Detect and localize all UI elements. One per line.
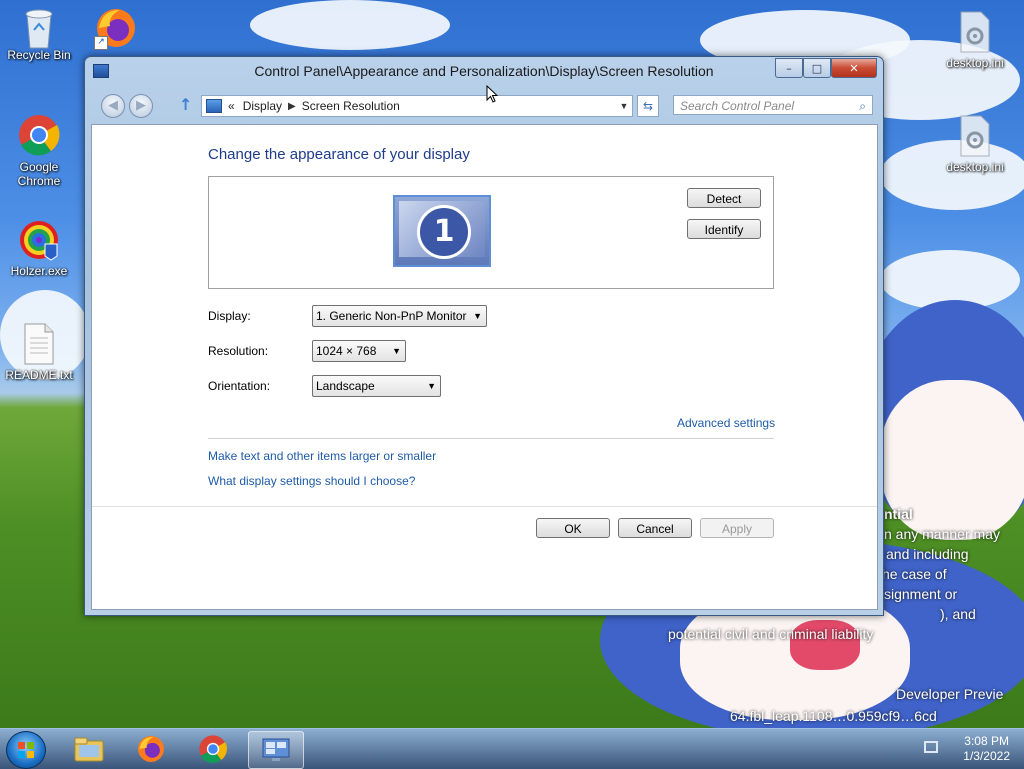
taskbar-chrome[interactable]	[186, 731, 240, 767]
monitor-number: 1	[417, 205, 471, 259]
clock-date: 1/3/2022	[963, 749, 1010, 763]
desktop-icon-label: desktop.ini	[946, 160, 1004, 174]
search-icon[interactable]: ⌕	[859, 96, 866, 116]
chrome-icon	[17, 112, 61, 158]
breadcrumb-display[interactable]: Display	[243, 99, 282, 113]
up-arrow-icon[interactable]: ↑	[179, 95, 192, 114]
chevron-down-icon: ▼	[473, 311, 482, 321]
desktop-icon-desktop-ini[interactable]: desktop.ini	[940, 114, 1010, 174]
apply-button[interactable]: Apply	[700, 518, 774, 538]
desktop-icon-desktop-ini[interactable]: desktop.ini	[940, 10, 1010, 70]
taskbar-display-settings[interactable]	[248, 731, 304, 769]
resolution-select-value: 1024 × 768	[316, 344, 377, 358]
desktop-icon-google-chrome[interactable]: Google Chrome	[4, 112, 74, 188]
desktop-icon-label: Google Chrome	[17, 160, 61, 188]
chrome-icon	[199, 735, 227, 763]
close-button[interactable]: ✕	[831, 58, 877, 78]
resolution-select[interactable]: 1024 × 768 ▼	[312, 340, 406, 362]
monitor-1-thumbnail[interactable]: 1	[393, 195, 491, 267]
address-bar[interactable]: « Display ▶ Screen Resolution ▼	[201, 95, 633, 117]
taskbar-file-explorer[interactable]	[62, 731, 116, 767]
resolution-label: Resolution:	[208, 344, 269, 358]
watermark-line: 64.fbl_leap.1108…0.959cf9…6cd	[730, 708, 937, 724]
watermark-line: n any manner may	[884, 526, 1000, 542]
cloud	[250, 0, 450, 50]
display-settings-icon	[262, 738, 290, 761]
monitor-preview-area: 1 Detect Identify	[208, 176, 774, 289]
watermark-line: and including	[886, 546, 969, 562]
desktop-icon-readme[interactable]: README.txt	[4, 322, 74, 382]
breadcrumb-screen-resolution[interactable]: Screen Resolution	[302, 99, 400, 113]
orientation-select[interactable]: Landscape ▼	[312, 375, 441, 397]
orientation-select-value: Landscape	[316, 379, 375, 393]
display-crumb-icon	[206, 99, 222, 113]
firefox-icon	[138, 736, 164, 762]
desktop-icon-holzer[interactable]: Holzer.exe	[4, 218, 74, 278]
taskbar-firefox[interactable]	[124, 731, 178, 767]
screen-resolution-window: Control Panel\Appearance and Personaliza…	[84, 56, 884, 616]
window-controls: – □ ✕	[775, 58, 877, 78]
watermark-line: Developer Previe	[896, 686, 1004, 702]
minimize-button[interactable]: –	[775, 58, 803, 78]
watermark-line: signment or	[884, 586, 958, 602]
watermark-line: he case of	[882, 566, 947, 582]
ok-button[interactable]: OK	[536, 518, 610, 538]
chevron-down-icon: ▼	[392, 346, 401, 356]
text-size-link[interactable]: Make text and other items larger or smal…	[208, 449, 436, 463]
desktop-icon-label: README.txt	[5, 368, 73, 382]
back-button[interactable]: ◀	[101, 94, 125, 118]
shortcut-arrow-icon: ↗	[94, 36, 108, 50]
content-pane: Change the appearance of your display 1 …	[91, 124, 878, 610]
watermark-line: ntial	[884, 506, 913, 522]
windows-logo-icon	[18, 742, 34, 758]
taskbar: 3:08 PM 1/3/2022	[0, 728, 1024, 769]
display-select[interactable]: 1. Generic Non-PnP Monitor ▼	[312, 305, 487, 327]
display-label: Display:	[208, 309, 251, 323]
desktop-icon-label: Recycle Bin	[7, 48, 71, 62]
chevron-down-icon: ▼	[427, 381, 436, 391]
advanced-settings-link[interactable]: Advanced settings	[677, 416, 775, 430]
forward-button[interactable]: ▶	[129, 94, 153, 118]
identify-button[interactable]: Identify	[687, 219, 761, 239]
desktop-icon-recycle-bin[interactable]: Recycle Bin	[4, 6, 74, 62]
clock-time: 3:08 PM	[964, 734, 1009, 748]
display-help-link[interactable]: What display settings should I choose?	[208, 474, 415, 488]
address-dropdown-icon[interactable]: ▼	[616, 101, 632, 111]
firefox-icon[interactable]: ↗	[94, 6, 138, 50]
breadcrumb-prefix[interactable]: «	[228, 99, 235, 113]
mouse-cursor-icon	[486, 85, 498, 103]
window-title: Control Panel\Appearance and Personaliza…	[254, 63, 714, 79]
detect-button[interactable]: Detect	[687, 188, 761, 208]
desktop-icon-label: Holzer.exe	[10, 264, 68, 278]
divider	[208, 438, 774, 439]
recycle-bin-icon	[19, 6, 59, 49]
holzer-icon	[17, 218, 61, 262]
watermark-line: potential civil and criminal liability	[668, 626, 874, 642]
maximize-button[interactable]: □	[803, 58, 831, 78]
watermark-line: ), and	[940, 606, 976, 622]
display-select-value: 1. Generic Non-PnP Monitor	[316, 309, 467, 323]
breadcrumb-separator-icon[interactable]: ▶	[288, 101, 296, 112]
divider	[92, 506, 877, 507]
desktop-icon-label: desktop.ini	[946, 56, 1004, 70]
text-file-icon	[21, 322, 57, 366]
file-explorer-icon	[74, 737, 104, 762]
refresh-button[interactable]: ⇆	[637, 95, 659, 117]
search-placeholder: Search Control Panel	[680, 99, 795, 113]
page-title: Change the appearance of your display	[208, 146, 470, 163]
network-icon[interactable]	[924, 741, 938, 753]
search-input[interactable]: Search Control Panel ⌕	[673, 95, 873, 115]
start-button[interactable]	[6, 731, 46, 769]
settings-file-icon	[957, 114, 993, 158]
clock[interactable]: 3:08 PM 1/3/2022	[963, 734, 1010, 764]
orientation-label: Orientation:	[208, 379, 271, 393]
settings-file-icon	[957, 10, 993, 54]
cancel-button[interactable]: Cancel	[618, 518, 692, 538]
